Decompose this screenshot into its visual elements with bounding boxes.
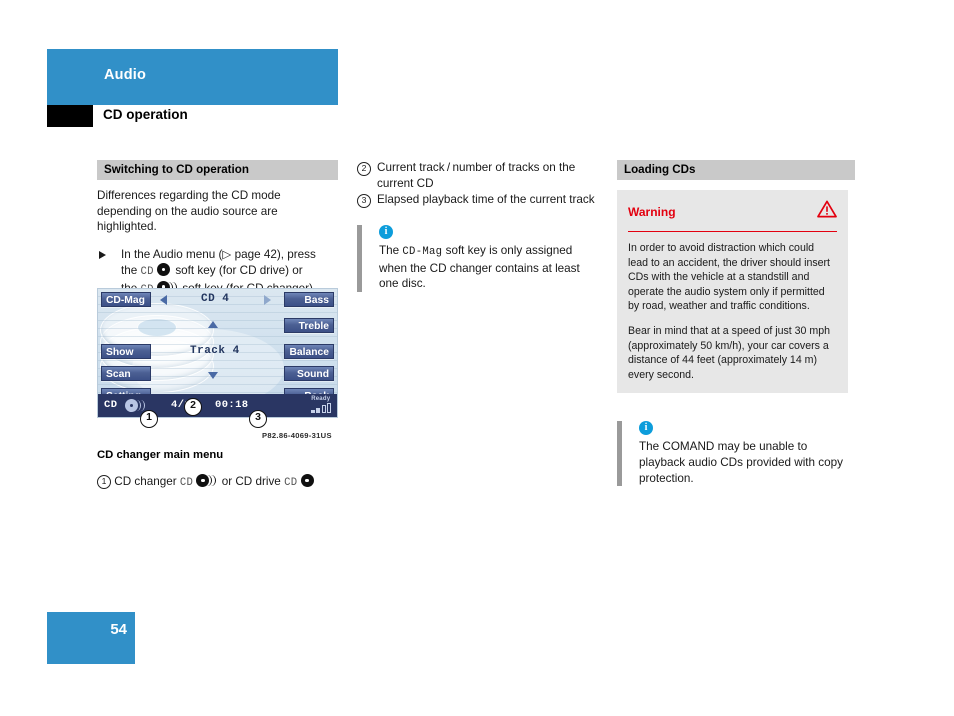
callout-2: 2 — [184, 398, 202, 416]
note-copy-protection: i The COMAND may be unable to playback a… — [617, 421, 848, 487]
previous-cd-arrow-icon[interactable] — [160, 295, 167, 305]
warning-paragraph-1: In order to avoid distraction which coul… — [628, 242, 830, 313]
info-icon: i — [639, 421, 653, 436]
header-section-label: Audio — [104, 67, 147, 83]
legend-cd-changer-icon — [196, 474, 218, 488]
step-triangle-icon — [99, 250, 106, 259]
note-left-bar — [617, 421, 622, 487]
previous-track-arrow-icon[interactable] — [208, 321, 218, 328]
status-cd-changer-icon — [125, 399, 147, 412]
legend-text-b: or CD drive — [221, 475, 281, 488]
signal-bars-icon — [310, 403, 331, 413]
info-icon: i — [379, 225, 393, 240]
status-elapsed-time: 00:18 — [215, 399, 249, 411]
warning-triangle-icon — [817, 200, 837, 223]
legend-text-2: Current track / number of tracks on the … — [377, 161, 576, 190]
legend-item-3: 3 Elapsed playback time of the current t… — [357, 192, 598, 209]
legend-number-3: 3 — [357, 194, 371, 209]
column-three: Loading CDs Warning In order to avoid di… — [617, 160, 855, 494]
legend-cd-label-drive: CD — [284, 477, 298, 489]
current-track-label: Track 4 — [190, 345, 240, 357]
step-line2-pre: the — [121, 264, 138, 278]
step-line2-post: soft key (for CD drive) or — [175, 264, 303, 278]
legend-item-2: 2 Current track / number of tracks on th… — [357, 160, 598, 191]
figure-title: CD changer main menu — [97, 449, 224, 461]
legend-text-a: CD changer — [114, 475, 177, 488]
softkey-sound[interactable]: Sound — [284, 366, 334, 381]
status-source-label: CD — [104, 399, 118, 411]
note-cd-mag: i The CD-Mag soft key is only assigned w… — [357, 225, 598, 292]
warning-title: Warning — [628, 204, 676, 219]
softkey-cd-mag[interactable]: CD-Mag — [101, 292, 151, 307]
section-heading-switching: Switching to CD operation — [97, 160, 338, 180]
callout-3: 3 — [249, 410, 267, 428]
page-number-band: 54 — [47, 612, 135, 664]
step-text-part2: ), press — [276, 247, 316, 261]
legend-text-3: Elapsed playback time of the current tra… — [377, 193, 595, 207]
softkey-scan[interactable]: Scan — [101, 366, 151, 381]
note-left-bar — [357, 225, 362, 292]
ready-indicator: Ready — [310, 396, 331, 413]
step-page-reference: ▷ page 42 — [222, 247, 277, 261]
column-two: 2 Current track / number of tracks on th… — [357, 160, 598, 300]
warning-box: Warning In order to avoid distraction wh… — [617, 190, 848, 394]
section-heading-loading-cds: Loading CDs — [617, 160, 855, 180]
next-cd-arrow-icon[interactable] — [264, 295, 271, 305]
note-text-pre: The — [379, 244, 400, 258]
softkey-balance[interactable]: Balance — [284, 344, 334, 359]
note-text: The CD-Mag soft key is only assigned whe… — [379, 243, 598, 292]
page-number: 54 — [110, 621, 127, 638]
softkey-bass[interactable]: Bass — [284, 292, 334, 307]
note-mono-softkey: CD-Mag — [402, 246, 443, 259]
page-header-band: Audio — [47, 49, 338, 105]
ready-label: Ready — [311, 396, 331, 402]
step-text-part1: In the Audio menu ( — [121, 247, 223, 261]
note-text: The COMAND may be unable to playback aud… — [639, 440, 843, 485]
warning-header: Warning — [628, 200, 837, 232]
intro-paragraph: Differences regarding the CD mode depend… — [97, 189, 281, 234]
cd-drive-icon — [157, 263, 172, 277]
next-track-arrow-icon[interactable] — [208, 372, 218, 379]
legend-cd-drive-icon — [300, 474, 316, 488]
header-black-marker — [47, 105, 93, 127]
softkey-treble[interactable]: Treble — [284, 318, 334, 333]
page-title: CD operation — [103, 107, 188, 122]
warning-paragraph-2: Bear in mind that at a speed of just 30 … — [628, 324, 830, 381]
manual-page: Audio CD operation Switching to CD opera… — [0, 0, 954, 716]
softkey-show[interactable]: Show — [101, 344, 151, 359]
legend-cd-label-changer: CD — [179, 477, 194, 489]
softkey-cd-label-drive: CD — [140, 266, 154, 279]
comand-display-figure: CD-Mag Show Scan Setting Bass Treble Bal… — [97, 288, 338, 418]
callout-1: 1 — [140, 410, 158, 428]
legend-number-1: 1 — [97, 475, 111, 489]
legend-number-2: 2 — [357, 162, 371, 176]
figure-legend: 1 CD changer CD or CD drive CD — [97, 474, 316, 491]
display-status-bar: CD 4/15 00:18 Ready — [98, 394, 337, 417]
figure-code: P82.86-4069-31US — [262, 431, 332, 440]
current-cd-label: CD 4 — [201, 293, 230, 305]
column-one: Switching to CD operation Differences re… — [97, 160, 338, 298]
